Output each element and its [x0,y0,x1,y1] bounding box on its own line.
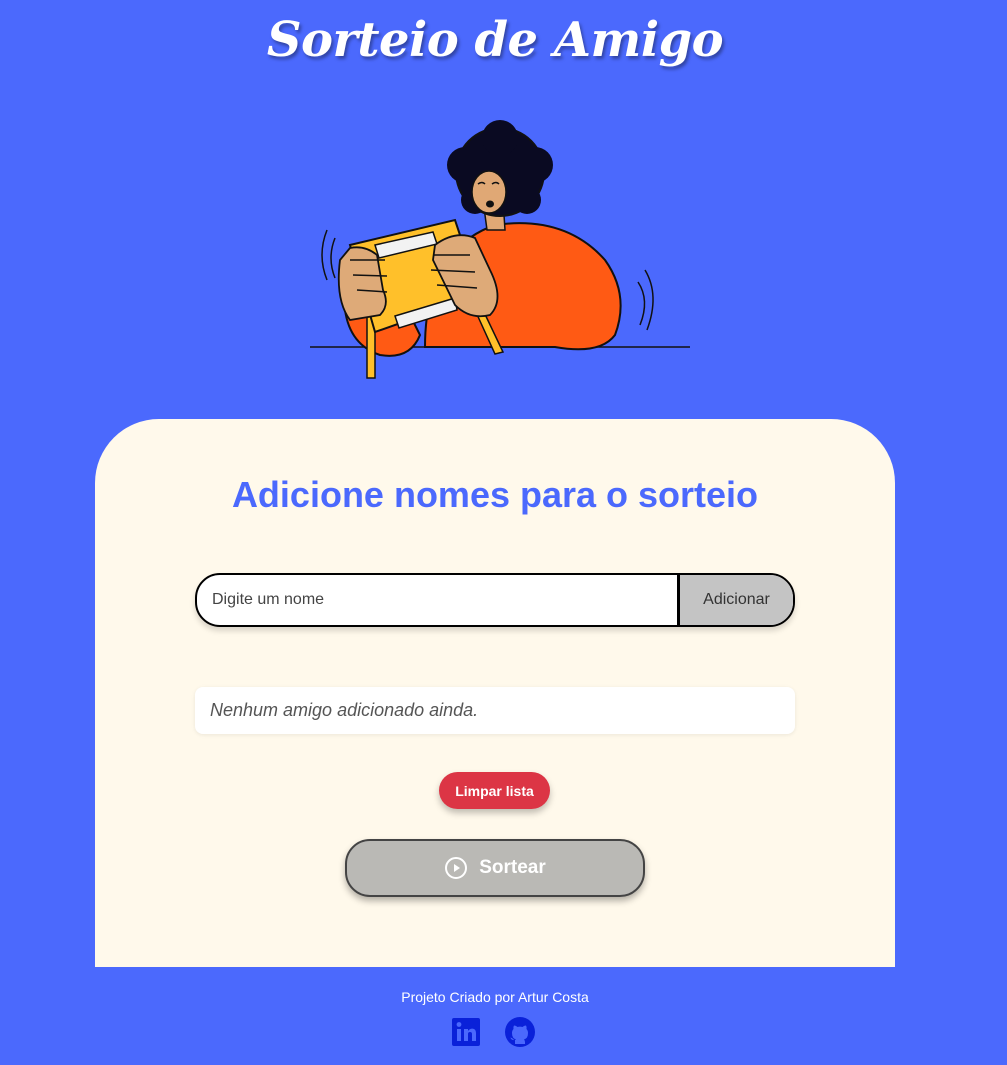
section-heading: Adicione nomes para o sorteio [231,474,759,515]
linkedin-icon[interactable] [450,1016,482,1048]
add-name-form: Adicionar [195,573,795,627]
footer-credit: Projeto Criado por Artur Costa [401,989,589,1005]
social-links [450,1016,536,1048]
add-button[interactable]: Adicionar [677,575,793,625]
play-circle-icon [444,856,468,880]
clear-list-button[interactable]: Limpar lista [439,772,550,809]
draw-button[interactable]: Sortear [345,839,645,897]
draw-card: Adicione nomes para o sorteio Adicionar … [95,419,895,967]
person-holding-gift-illustration [305,120,695,385]
friends-list: Nenhum amigo adicionado ainda. [195,687,795,734]
app-title: Sorteio de Amigo [266,12,724,68]
empty-list-message: Nenhum amigo adicionado ainda. [210,700,479,720]
github-icon[interactable] [504,1016,536,1048]
name-input[interactable] [197,575,677,625]
draw-button-label: Sortear [479,857,546,878]
